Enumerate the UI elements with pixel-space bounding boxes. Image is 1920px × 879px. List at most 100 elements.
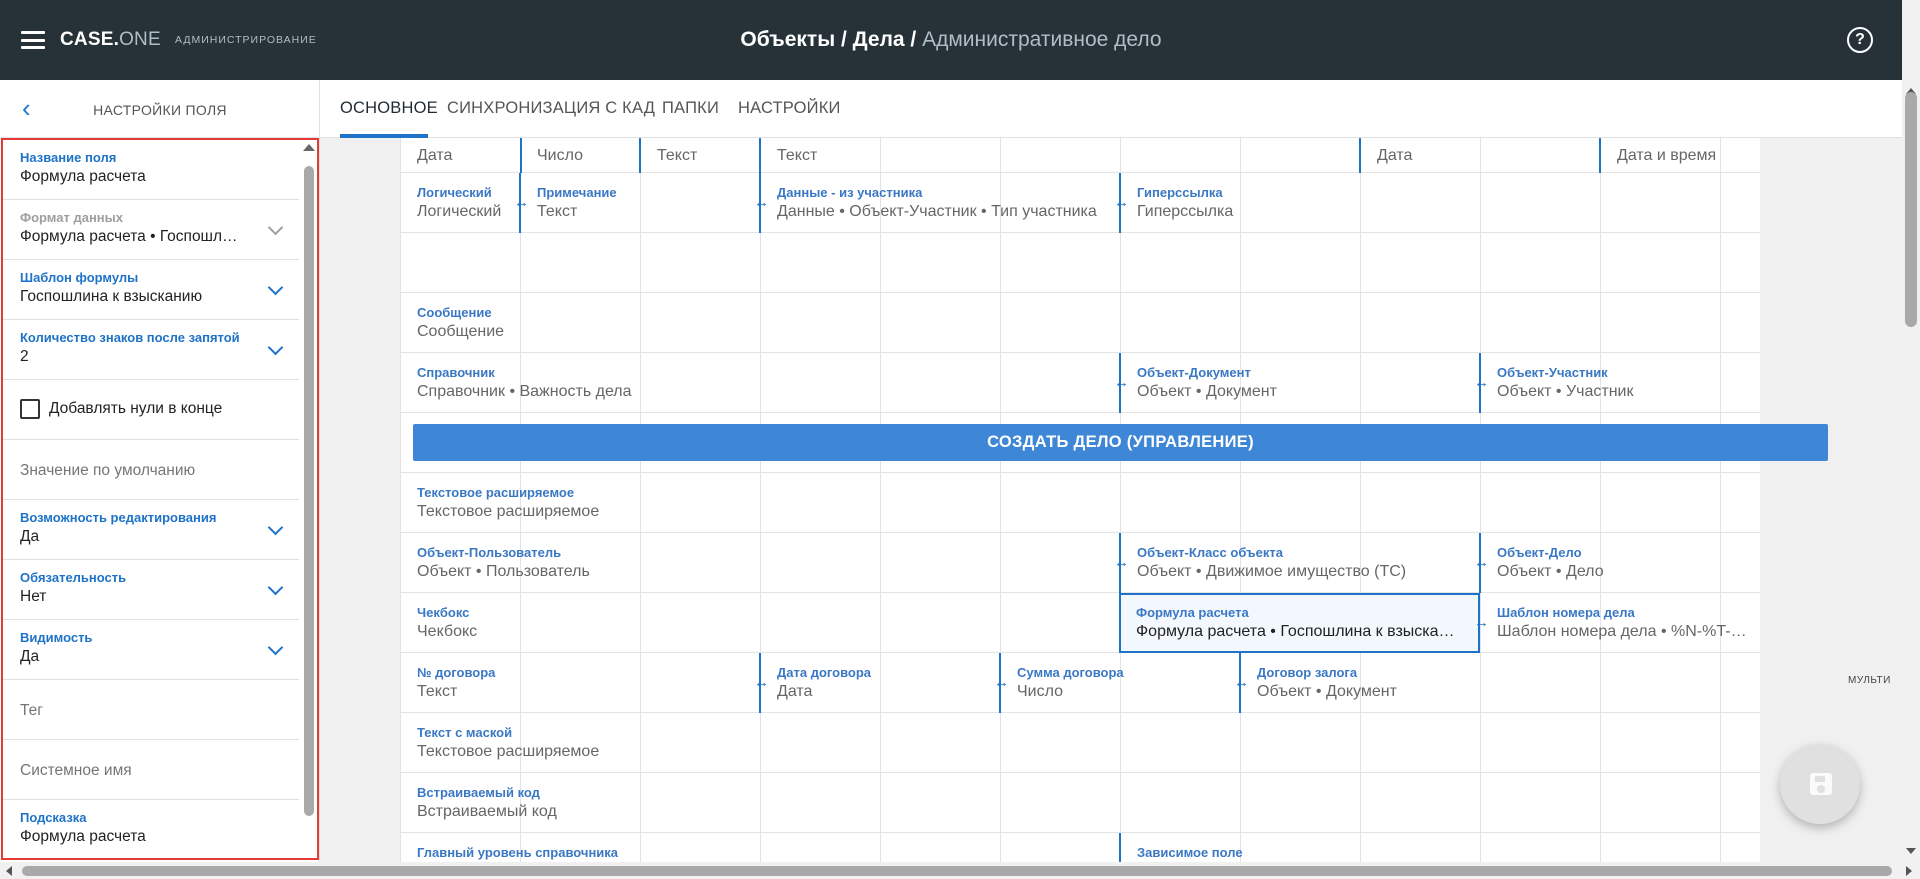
layout-field[interactable]: Сумма договора Число — [1000, 653, 1240, 713]
resize-handle-icon[interactable]: ↔ — [1474, 615, 1489, 630]
chevron-down-icon[interactable] — [267, 519, 284, 536]
layout-field[interactable]: Шаблон номера дела Шаблон номера дела • %… — [1480, 593, 1760, 653]
scroll-left-icon[interactable] — [6, 866, 12, 876]
field-name-input[interactable]: Название поля Формула расчета — [3, 140, 299, 200]
tab-folders[interactable]: ПАПКИ — [662, 99, 719, 118]
layout-field[interactable]: Гиперссылка Гиперссылка — [1120, 173, 1760, 233]
editable-select[interactable]: Возможность редактирования Да — [3, 500, 299, 560]
layout-row-empty[interactable] — [400, 233, 1760, 293]
layout-field[interactable]: Текст — [760, 138, 1240, 173]
panel-header: ‹ НАСТРОЙКИ ПОЛЯ — [0, 80, 319, 138]
resize-handle-icon[interactable]: ↔ — [1114, 555, 1129, 570]
resize-handle-icon[interactable]: ↔ — [1234, 675, 1249, 690]
data-format-select[interactable]: Формат данных Формула расчета • Госпошли… — [3, 200, 299, 260]
layout-field[interactable]: Сообщение Сообщение — [400, 293, 1760, 353]
layout-field[interactable]: Справочник Справочник • Важность дела — [400, 353, 1120, 413]
default-value-input[interactable]: Значение по умолчанию — [3, 440, 299, 500]
layout-row: Встраиваемый код Встраиваемый код — [400, 773, 1760, 833]
layout-field[interactable]: Объект-Документ Объект • Документ — [1120, 353, 1480, 413]
scroll-thumb[interactable] — [22, 866, 1892, 876]
resize-handle-icon[interactable]: ↔ — [1114, 195, 1129, 210]
scroll-thumb[interactable] — [304, 166, 314, 816]
chevron-down-icon[interactable] — [267, 639, 284, 656]
resize-handle-icon[interactable]: ↔ — [1474, 555, 1489, 570]
top-bar: CASE.ONE АДМИНИСТРИРОВАНИЕ Объекты / Дел… — [0, 0, 1902, 80]
layout-field[interactable]: Дата и время — [1600, 138, 1760, 173]
breadcrumb: Объекты / Дела / Административное дело — [740, 28, 1162, 51]
field-settings-form: Название поля Формула расчета Формат дан… — [1, 138, 319, 860]
resize-handle-icon[interactable]: ↔ — [754, 195, 769, 210]
scroll-thumb[interactable] — [1905, 92, 1917, 327]
layout-field[interactable]: Объект-Участник Объект • Участник — [1480, 353, 1760, 413]
scroll-right-icon[interactable] — [1906, 866, 1912, 876]
resize-handle-icon[interactable]: ↔ — [994, 675, 1009, 690]
visibility-select[interactable]: Видимость Да — [3, 620, 299, 680]
decimals-select[interactable]: Количество знаков после запятой 2 — [3, 320, 299, 380]
layout-row: Главный уровень справочника Зависимое по… — [400, 833, 1760, 862]
resize-handle-icon[interactable]: ↔ — [1474, 375, 1489, 390]
layout-field[interactable]: Главный уровень справочника — [400, 833, 1120, 862]
help-icon[interactable]: ? — [1847, 27, 1873, 53]
tab-kad-sync[interactable]: СИНХРОНИЗАЦИЯ С КАД — [447, 99, 655, 118]
layout-field[interactable]: Встраиваемый код Встраиваемый код — [400, 773, 1760, 833]
trailing-zeros-checkbox-row[interactable]: Добавлять нули в конце — [3, 380, 299, 440]
layout-row: № договора Текст ↔ Дата договора Дата ↔ Су… — [400, 653, 1760, 713]
field-settings-panel: ‹ НАСТРОЙКИ ПОЛЯ Название поля Формула р… — [0, 80, 320, 862]
scroll-up-icon[interactable] — [303, 144, 315, 151]
layout-row: Объект-Пользователь Объект • Пользователь… — [400, 533, 1760, 593]
layout-row: Логический Логический ↔ Примечание Текст ↔… — [400, 173, 1760, 233]
layout-field[interactable]: Число — [520, 138, 640, 173]
layout-field[interactable]: Дата — [400, 138, 520, 173]
layout-field-selected[interactable]: Формула расчета Формула расчета • Госпошл… — [1119, 593, 1480, 653]
create-case-button[interactable]: СОЗДАТЬ ДЕЛО (УПРАВЛЕНИЕ) — [413, 424, 1828, 461]
tab-settings[interactable]: НАСТРОЙКИ — [738, 99, 841, 118]
layout-field[interactable]: Дата договора Дата — [760, 653, 1000, 713]
page-horizontal-scrollbar[interactable] — [0, 862, 1920, 879]
chevron-down-icon[interactable] — [267, 339, 284, 356]
layout-field[interactable]: Зависимое поле — [1120, 833, 1760, 862]
layout-field[interactable]: Дата — [1360, 138, 1600, 173]
save-button[interactable] — [1780, 744, 1860, 824]
layout-row: СОЗДАТЬ ДЕЛО (УПРАВЛЕНИЕ) — [400, 413, 1828, 473]
resize-handle-icon[interactable]: ↔ — [514, 195, 529, 210]
chevron-down-icon[interactable] — [267, 219, 284, 236]
chevron-down-icon[interactable] — [267, 579, 284, 596]
layout-field[interactable]: Текстовое расширяемое Текстовое расширяем… — [400, 473, 1760, 533]
layout-field[interactable]: Договор залога Объект • Документ — [1240, 653, 1760, 713]
system-name-input[interactable]: Системное имя — [3, 740, 299, 800]
panel-scrollbar[interactable] — [303, 144, 315, 854]
layout-canvas: Дата Число Текст Текст Дата Дата и время… — [400, 138, 1828, 862]
layout-field[interactable]: Данные - из участника Данные • Объект-Уча… — [760, 173, 1120, 233]
layout-field[interactable]: Объект-Дело Объект • Дело — [1480, 533, 1760, 593]
resize-handle-icon[interactable]: ↔ — [754, 675, 769, 690]
layout-field[interactable]: Текст — [640, 138, 760, 173]
hint-input[interactable]: Подсказка Формула расчета — [3, 800, 299, 858]
layout-field[interactable]: Примечание Текст — [520, 173, 760, 233]
layout-row: Сообщение Сообщение — [400, 293, 1760, 353]
chevron-down-icon[interactable] — [267, 279, 284, 296]
breadcrumb-objects[interactable]: Объекты — [740, 28, 835, 51]
layout-row: Чекбокс Чекбокс Формула расчета Формула ра… — [400, 593, 1760, 653]
tab-bar: ОСНОВНОЕ СИНХРОНИЗАЦИЯ С КАД ПАПКИ НАСТР… — [320, 80, 1902, 138]
scroll-down-icon[interactable] — [1906, 848, 1916, 854]
tag-input[interactable]: Тег — [3, 680, 299, 740]
resize-handle-icon[interactable]: ↔ — [1114, 375, 1129, 390]
breadcrumb-cases[interactable]: Дела — [853, 28, 905, 51]
layout-row: Справочник Справочник • Важность дела ↔ О… — [400, 353, 1760, 413]
formula-template-select[interactable]: Шаблон формулы Госпошлина к взысканию — [3, 260, 299, 320]
layout-field[interactable]: Объект-Класс объекта Объект • Движимое им… — [1120, 533, 1480, 593]
page-vertical-scrollbar[interactable] — [1902, 0, 1920, 862]
trailing-zeros-checkbox[interactable] — [20, 399, 40, 419]
layout-field[interactable]: Чекбокс Чекбокс — [400, 593, 1120, 653]
breadcrumb-current: Административное дело — [922, 28, 1162, 51]
panel-title: НАСТРОЙКИ ПОЛЯ — [93, 102, 227, 118]
layout-editor: Дата Число Текст Текст Дата Дата и время… — [320, 138, 1902, 862]
required-select[interactable]: Обязательность Нет — [3, 560, 299, 620]
layout-field[interactable]: Логический Логический — [400, 173, 520, 233]
multi-label: МУЛЬТИ — [1848, 675, 1891, 686]
layout-field[interactable]: № договора Текст — [400, 653, 760, 713]
layout-field[interactable]: Текст с маской Текстовое расширяемое — [400, 713, 1760, 773]
layout-field[interactable]: Объект-Пользователь Объект • Пользователь — [400, 533, 1120, 593]
tab-main[interactable]: ОСНОВНОЕ — [340, 99, 438, 118]
layout-row: Текстовое расширяемое Текстовое расширяем… — [400, 473, 1760, 533]
